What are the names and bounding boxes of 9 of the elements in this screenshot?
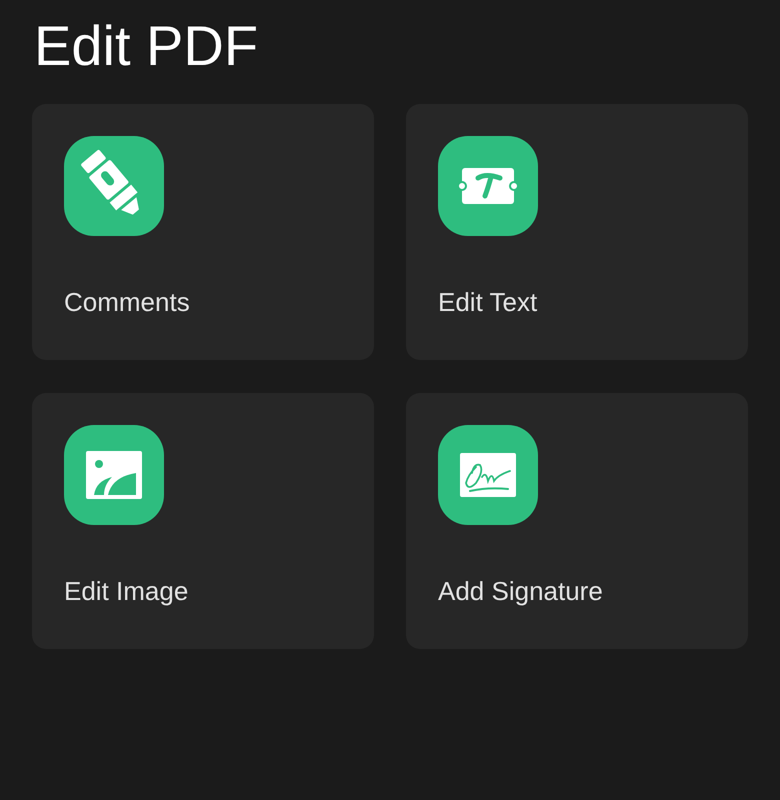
tool-label: Edit Image [64, 575, 190, 607]
tool-card[interactable]: Edit Image [32, 393, 374, 649]
tool-label: Add Signature [438, 575, 604, 607]
tool-card[interactable]: Edit Text [406, 104, 748, 360]
tool-card[interactable]: Add Signature [406, 393, 748, 649]
tool-card[interactable]: Comments [32, 104, 374, 360]
tool-label: Edit Text [438, 286, 538, 318]
tool-label: Comments [64, 286, 191, 318]
page-title: Edit PDF [34, 13, 260, 79]
